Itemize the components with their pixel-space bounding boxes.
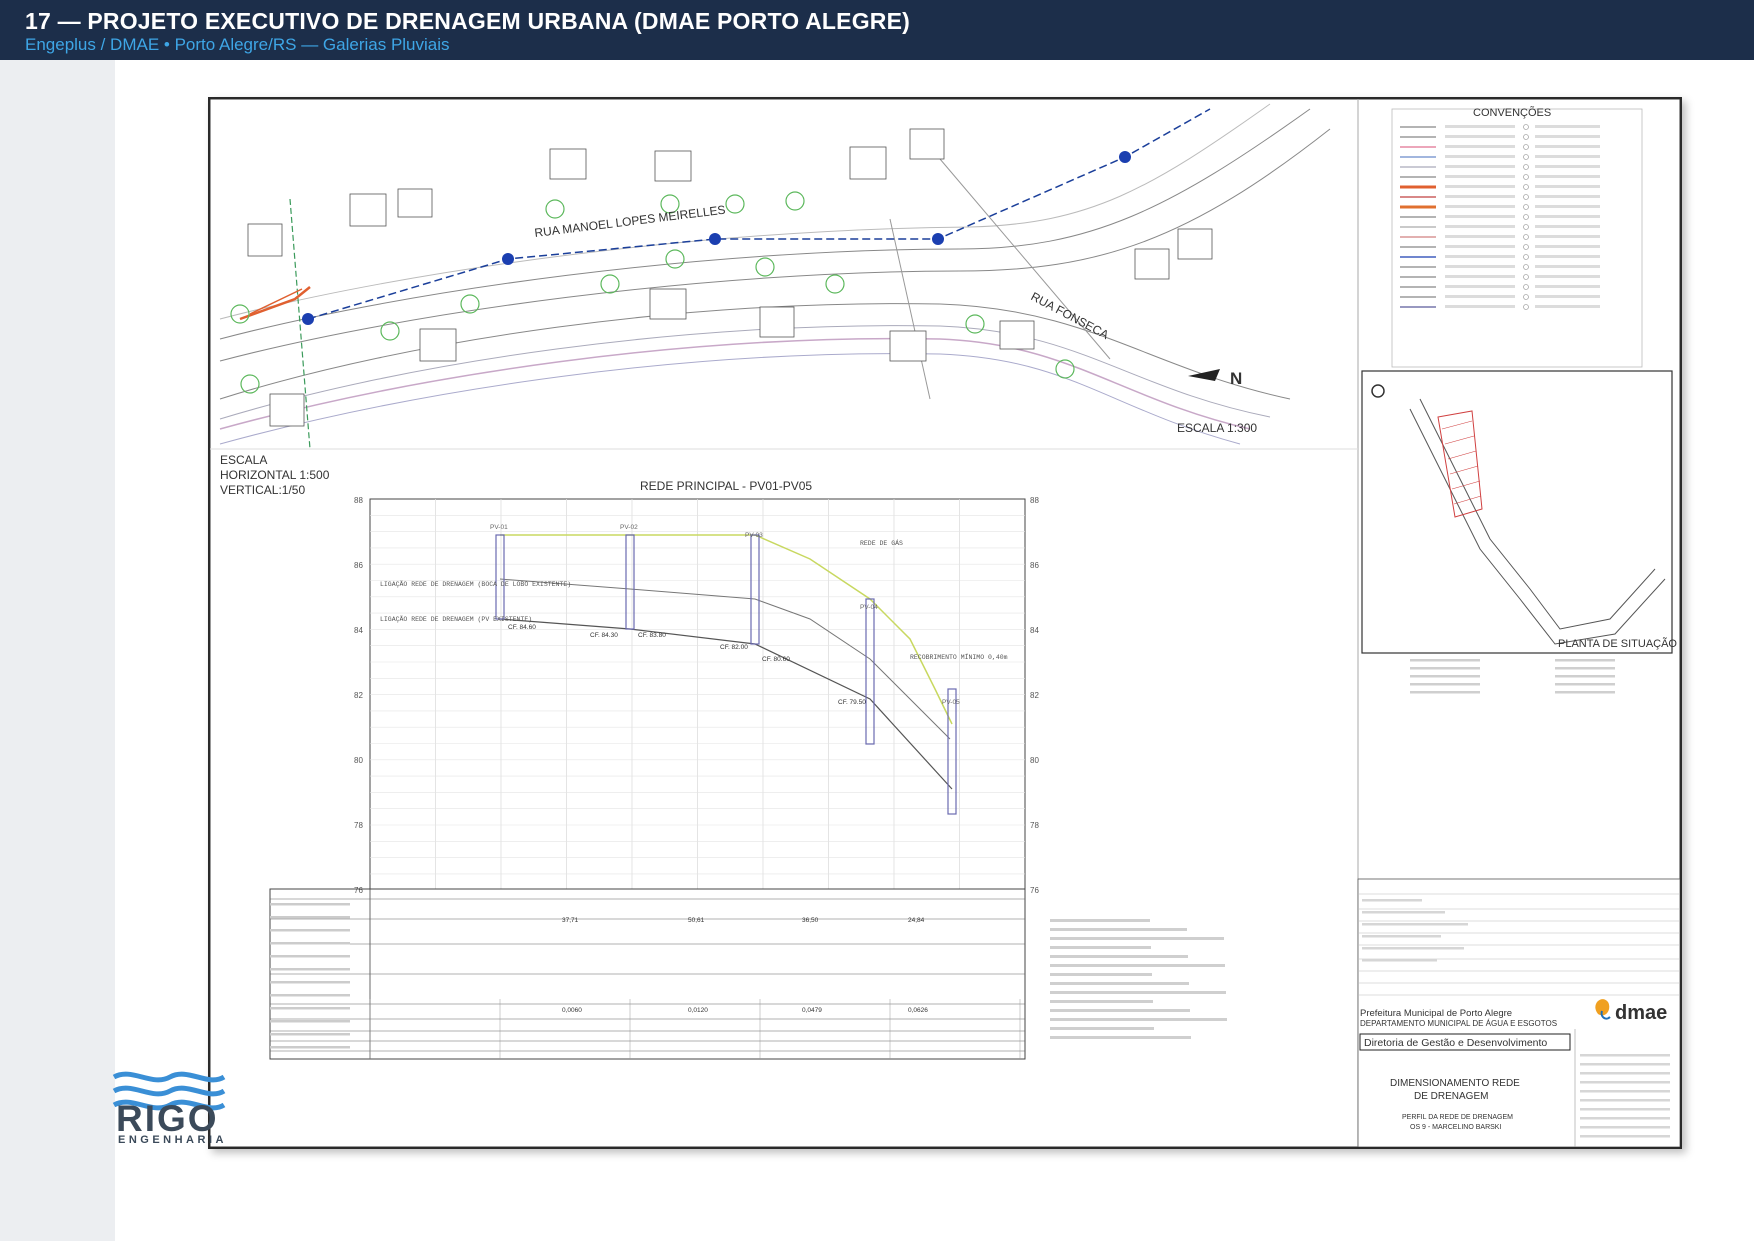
profile-note-4: RECOBRIMENTO MÍNIMO 0,40m xyxy=(910,653,1008,661)
cf-label: CF. 84.60 xyxy=(508,624,536,631)
elevation-label-right: 88 xyxy=(1030,496,1039,505)
profile-note-2: LIGAÇÃO REDE DE DRENAGEM (PV EXISTENTE) xyxy=(380,615,532,623)
elevation-label-left: 86 xyxy=(354,561,363,570)
elevation-label-right: 84 xyxy=(1030,626,1039,635)
elevation-labels-right: 88 86 84 82 80 78 76 xyxy=(1030,496,1039,895)
elevation-label-right: 80 xyxy=(1030,756,1039,765)
row-value: 37,71 xyxy=(562,917,579,924)
cf-label: CF. 82.00 xyxy=(720,644,748,651)
title-block: Prefeitura Municipal de Porto Alegre DEP… xyxy=(1357,878,1680,1147)
pv-label: PV-03 xyxy=(745,532,763,539)
cf-label: CF. 80.60 xyxy=(762,656,790,663)
manhole-pv01 xyxy=(302,313,314,325)
slide-subtitle: Engeplus / DMAE • Porto Alegre/RS — Gale… xyxy=(25,35,450,54)
drawing-sub-2: OS 9 - MARCELINO BARSKI xyxy=(1410,1124,1501,1131)
elevation-label-left: 76 xyxy=(354,886,363,895)
slope-value: 0,0060 xyxy=(562,1007,582,1014)
elevation-label-left: 84 xyxy=(354,626,363,635)
profile-scale-h: HORIZONTAL 1:500 xyxy=(220,468,330,482)
drawing-title-1: DIMENSIONAMENTO REDE xyxy=(1390,1078,1520,1089)
legend-title: CONVENÇÕES xyxy=(1473,106,1551,119)
manhole-pv03 xyxy=(709,233,721,245)
plan-view: RUA MANOEL LOPES MEIRELLES RUA FONSECA N… xyxy=(219,103,1331,450)
profile-scale-title: ESCALA xyxy=(220,453,267,467)
profile-pv02 xyxy=(625,534,635,630)
elevation-label-left: 80 xyxy=(354,756,363,765)
location-map-title: PLANTA DE SITUAÇÃO xyxy=(1558,637,1677,650)
elevation-label-right: 82 xyxy=(1030,691,1039,700)
cf-label: CF. 79.50 xyxy=(838,699,866,706)
drawing-sheet: RUA MANOEL LOPES MEIRELLES RUA FONSECA N… xyxy=(208,97,1682,1149)
org-department: DEPARTAMENTO MUNICIPAL DE ÁGUA E ESGOTOS xyxy=(1360,1019,1557,1028)
pv-label: PV-02 xyxy=(620,524,638,531)
row-value: 36,50 xyxy=(802,917,819,924)
profile-note-3: REDE DE GÁS xyxy=(860,539,903,547)
slide-title: 17 — PROJETO EXECUTIVO DE DRENAGEM URBAN… xyxy=(25,8,911,34)
pv-label: PV-01 xyxy=(490,524,508,531)
profile-view: ESCALA HORIZONTAL 1:500 VERTICAL:1/50 RE… xyxy=(220,453,1039,1060)
profile-pv05 xyxy=(947,688,957,815)
elevation-label-right: 78 xyxy=(1030,821,1039,830)
dmae-brand: dmae xyxy=(1615,1002,1667,1024)
elevation-label-right: 86 xyxy=(1030,561,1039,570)
profile-grid xyxy=(370,499,1025,889)
slope-value: 0,0626 xyxy=(908,1007,928,1014)
profile-scale-v: VERTICAL:1/50 xyxy=(220,483,305,497)
profile-title: REDE PRINCIPAL - PV01-PV05 xyxy=(640,479,812,493)
profile-note-1: LIGAÇÃO REDE DE DRENAGEM (BOCA DE LOBO E… xyxy=(380,580,571,588)
cf-label: CF. 84.30 xyxy=(590,632,618,639)
profile-row-values: 37,71 50,61 36,50 24,84 xyxy=(562,917,925,924)
elevation-label-left: 82 xyxy=(354,691,363,700)
street-name-2: RUA FONSECA xyxy=(1029,289,1112,342)
legend: CONVENÇÕES xyxy=(1391,106,1643,368)
north-label: N xyxy=(1230,369,1242,388)
left-band xyxy=(0,60,118,1241)
drawing-svg: RUA MANOEL LOPES MEIRELLES RUA FONSECA N… xyxy=(210,99,1680,1147)
row-value: 24,84 xyxy=(908,917,925,924)
drawing-sub-1: PERFIL DA REDE DE DRENAGEM xyxy=(1402,1114,1513,1121)
location-map: PLANTA DE SITUAÇÃO xyxy=(1361,370,1677,654)
elevation-label-left: 88 xyxy=(354,496,363,505)
drawing-title-2: DE DRENAGEM xyxy=(1414,1091,1488,1102)
profile-pv03 xyxy=(750,534,760,645)
manhole-pv04 xyxy=(932,233,944,245)
elevation-label-right: 76 xyxy=(1030,886,1039,895)
elevation-labels-left: 88 86 84 82 80 78 76 xyxy=(354,496,363,895)
crown-line xyxy=(499,578,951,740)
manhole-pv05 xyxy=(1119,151,1131,163)
plan-scale: ESCALA 1:300 xyxy=(1177,421,1257,435)
profile-pv01 xyxy=(495,534,505,620)
cf-label: CF. 83.80 xyxy=(638,632,666,639)
logo-subtitle: ENGENHARIA xyxy=(118,1134,227,1146)
pv-label: PV-05 xyxy=(942,699,960,706)
profile-slope-values: 0,0060 0,0120 0,0479 0,0626 xyxy=(562,1007,928,1014)
street-name-1: RUA MANOEL LOPES MEIRELLES xyxy=(534,203,727,240)
slide-header: 17 — PROJETO EXECUTIVO DE DRENAGEM URBAN… xyxy=(0,0,1754,60)
pv-label: PV-04 xyxy=(860,604,878,611)
slope-value: 0,0479 xyxy=(802,1007,822,1014)
profile-pv04 xyxy=(865,598,875,745)
elevation-label-left: 78 xyxy=(354,821,363,830)
org-name: Prefeitura Municipal de Porto Alegre xyxy=(1360,1008,1512,1019)
manhole-pv02 xyxy=(502,253,514,265)
row-value: 50,61 xyxy=(688,917,705,924)
slope-value: 0,0120 xyxy=(688,1007,708,1014)
directorate: Diretoria de Gestão e Desenvolvimento xyxy=(1364,1037,1547,1049)
